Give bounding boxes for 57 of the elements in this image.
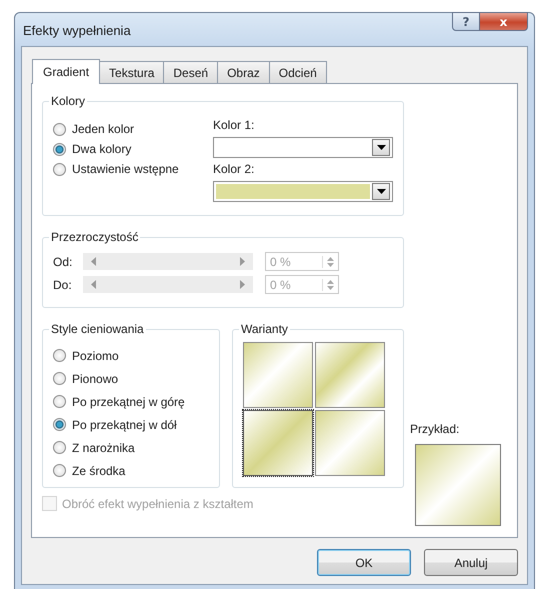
radio-label: Z narożnika <box>72 440 135 454</box>
tab[interactable]: Gradient <box>32 59 100 84</box>
radio-option[interactable]: Ustawienie wstępne <box>53 162 203 176</box>
gradient-variant[interactable] <box>243 410 313 476</box>
preview-label: Przykład: <box>410 422 460 436</box>
radio-icon[interactable] <box>53 122 66 136</box>
group-title: Warianty <box>240 322 289 336</box>
tab[interactable]: Deseń <box>163 61 218 83</box>
gradient-variant[interactable] <box>315 342 385 408</box>
radio-option[interactable]: Po przekątnej w górę <box>53 390 209 413</box>
radio-icon[interactable] <box>53 142 66 156</box>
window-title: Efekty wypełnienia <box>23 23 131 38</box>
radio-icon[interactable] <box>53 418 66 431</box>
tab[interactable]: Odcień <box>268 61 327 83</box>
radio-option[interactable]: Poziomo <box>53 344 209 367</box>
radio-label: Ustawienie wstępne <box>72 162 179 176</box>
radio-label: Dwa kolory <box>72 142 132 156</box>
radio-icon[interactable] <box>53 395 66 408</box>
radio-label: Po przekątnej w górę <box>72 394 185 408</box>
radio-icon[interactable] <box>53 349 66 362</box>
help-button[interactable]: ? <box>452 12 480 31</box>
radio-option[interactable]: Po przekątnej w dół <box>53 413 209 436</box>
dialog-button[interactable]: OK <box>317 549 411 576</box>
radio-option[interactable]: Jeden kolor <box>53 122 203 136</box>
slider-label: Do: <box>53 278 73 292</box>
radio-icon[interactable] <box>53 464 66 477</box>
radio-option[interactable]: Z narożnika <box>53 436 209 459</box>
radio-label: Pionowo <box>72 372 118 386</box>
slider-label: Od: <box>53 254 74 268</box>
radio-option[interactable]: Dwa kolory <box>53 142 203 156</box>
picker-label: Kolor 1: <box>213 118 256 132</box>
up-arrow-icon[interactable] <box>327 280 334 284</box>
radio-label: Ze środka <box>72 464 126 478</box>
down-arrow-icon[interactable] <box>327 262 334 266</box>
group-title: Kolory <box>50 94 86 108</box>
group-title: Przezroczystość <box>50 230 140 244</box>
up-arrow-icon[interactable] <box>327 256 334 260</box>
dialog-button[interactable]: Anuluj <box>424 549 518 576</box>
gradient-variant[interactable] <box>315 410 385 476</box>
checkbox-label: Obróć efekt wypełnienia z kształtem <box>62 496 254 510</box>
close-button[interactable]: x <box>480 12 528 31</box>
group-title: Style cieniowania <box>50 322 145 336</box>
down-arrow-icon[interactable] <box>327 286 334 290</box>
color-dropdown[interactable] <box>213 137 393 158</box>
tab[interactable]: Tekstura <box>99 61 164 83</box>
radio-label: Poziomo <box>72 348 119 362</box>
radio-label: Jeden kolor <box>72 122 134 136</box>
radio-icon[interactable] <box>53 441 66 454</box>
color-dropdown[interactable] <box>213 181 393 202</box>
tab[interactable]: Obraz <box>217 61 270 83</box>
radio-icon[interactable] <box>53 162 66 176</box>
picker-label: Kolor 2: <box>213 162 256 176</box>
radio-icon[interactable] <box>53 372 66 385</box>
radio-label: Po przekątnej w dół <box>72 418 177 432</box>
radio-option[interactable]: Ze środka <box>53 459 209 482</box>
radio-option[interactable]: Pionowo <box>53 367 209 390</box>
gradient-variant[interactable] <box>243 342 313 408</box>
